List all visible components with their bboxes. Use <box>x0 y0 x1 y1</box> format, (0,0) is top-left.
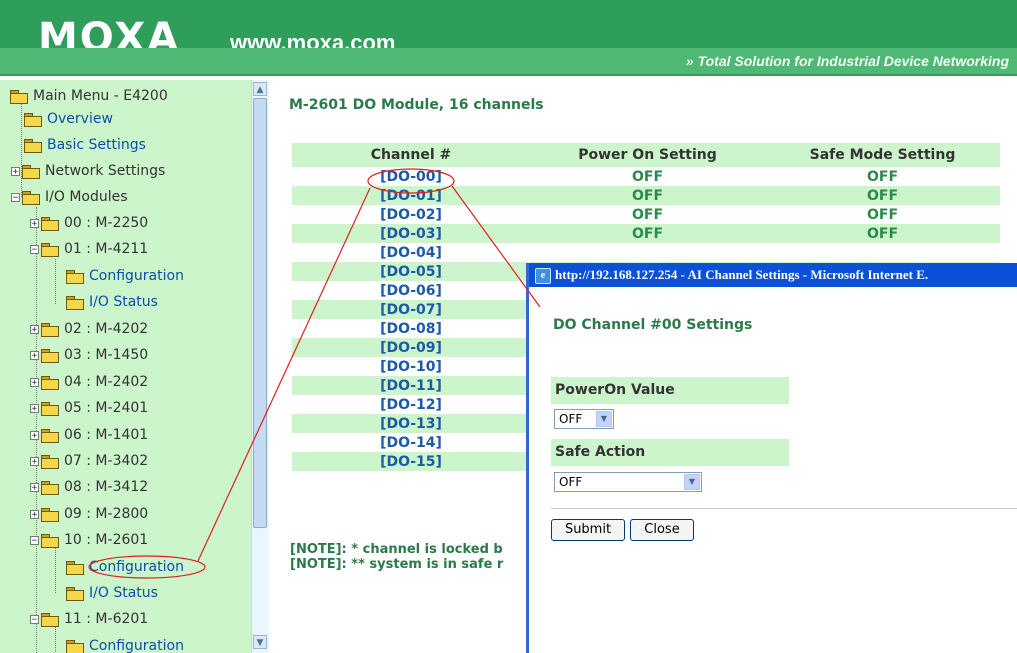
annotation-line <box>451 185 541 308</box>
annotation-circle-configuration <box>88 555 206 579</box>
annotation-circle-channel <box>367 168 455 194</box>
annotation-overlay <box>88 168 541 579</box>
annotation-line <box>197 187 371 562</box>
